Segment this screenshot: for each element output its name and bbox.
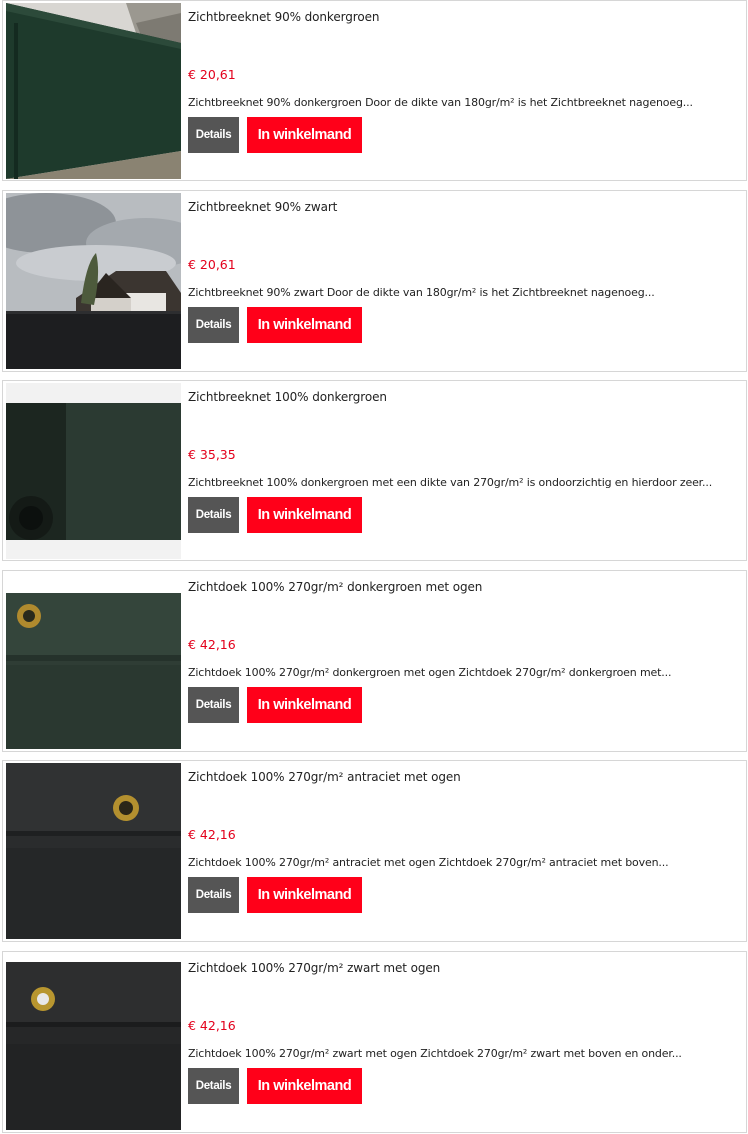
house-black-fence-photo-icon [6,193,181,369]
product-title[interactable]: Zichtdoek 100% 270gr/m² donkergroen met … [188,580,482,594]
product-card: Zichtdoek 100% 270gr/m² donkergroen met … [2,570,747,752]
add-to-cart-button[interactable]: In winkelmand [247,1068,362,1104]
product-description: Zichtbreeknet 100% donkergroen met een d… [188,476,713,489]
details-button[interactable]: Details [188,1068,239,1104]
product-price: € 35,35 [188,447,236,462]
add-to-cart-button[interactable]: In winkelmand [247,117,362,153]
details-button[interactable]: Details [188,117,239,153]
product-price: € 42,16 [188,1018,236,1033]
product-image[interactable] [6,763,181,939]
details-button[interactable]: Details [188,877,239,913]
product-title[interactable]: Zichtdoek 100% 270gr/m² zwart met ogen [188,961,440,975]
product-title[interactable]: Zichtdoek 100% 270gr/m² antraciet met og… [188,770,461,784]
product-description: Zichtbreeknet 90% zwart Door de dikte va… [188,286,655,299]
add-to-cart-button[interactable]: In winkelmand [247,497,362,533]
anthracite-cloth-grommet-photo-icon [6,763,181,939]
product-price: € 20,61 [188,67,236,82]
details-button[interactable]: Details [188,307,239,343]
fence-green-photo-icon [6,3,181,179]
product-description: Zichtdoek 100% 270gr/m² donkergroen met … [188,666,672,679]
product-description: Zichtdoek 100% 270gr/m² zwart met ogen Z… [188,1047,682,1060]
green-cloth-grommet-photo-icon [6,573,181,749]
product-title[interactable]: Zichtbreeknet 100% donkergroen [188,390,387,404]
black-cloth-grommet-photo-icon [6,954,181,1130]
product-card: Zichtdoek 100% 270gr/m² zwart met ogen €… [2,951,747,1133]
product-image[interactable] [6,954,181,1130]
product-price: € 20,61 [188,257,236,272]
add-to-cart-button[interactable]: In winkelmand [247,687,362,723]
product-image[interactable] [6,573,181,749]
product-card: Zichtbreeknet 100% donkergroen € 35,35 Z… [2,380,747,561]
product-card: Zichtbreeknet 90% donkergroen € 20,61 Zi… [2,0,747,181]
add-to-cart-button[interactable]: In winkelmand [247,877,362,913]
product-price: € 42,16 [188,827,236,842]
details-button[interactable]: Details [188,497,239,533]
green-roll-photo-icon [6,383,181,559]
product-card: Zichtbreeknet 90% zwart € 20,61 Zichtbre… [2,190,747,372]
product-title[interactable]: Zichtbreeknet 90% donkergroen [188,10,379,24]
product-image[interactable] [6,383,181,559]
product-image[interactable] [6,193,181,369]
product-title[interactable]: Zichtbreeknet 90% zwart [188,200,337,214]
product-card: Zichtdoek 100% 270gr/m² antraciet met og… [2,760,747,942]
add-to-cart-button[interactable]: In winkelmand [247,307,362,343]
product-description: Zichtdoek 100% 270gr/m² antraciet met og… [188,856,669,869]
product-description: Zichtbreeknet 90% donkergroen Door de di… [188,96,693,109]
details-button[interactable]: Details [188,687,239,723]
product-price: € 42,16 [188,637,236,652]
product-image[interactable] [6,3,181,179]
